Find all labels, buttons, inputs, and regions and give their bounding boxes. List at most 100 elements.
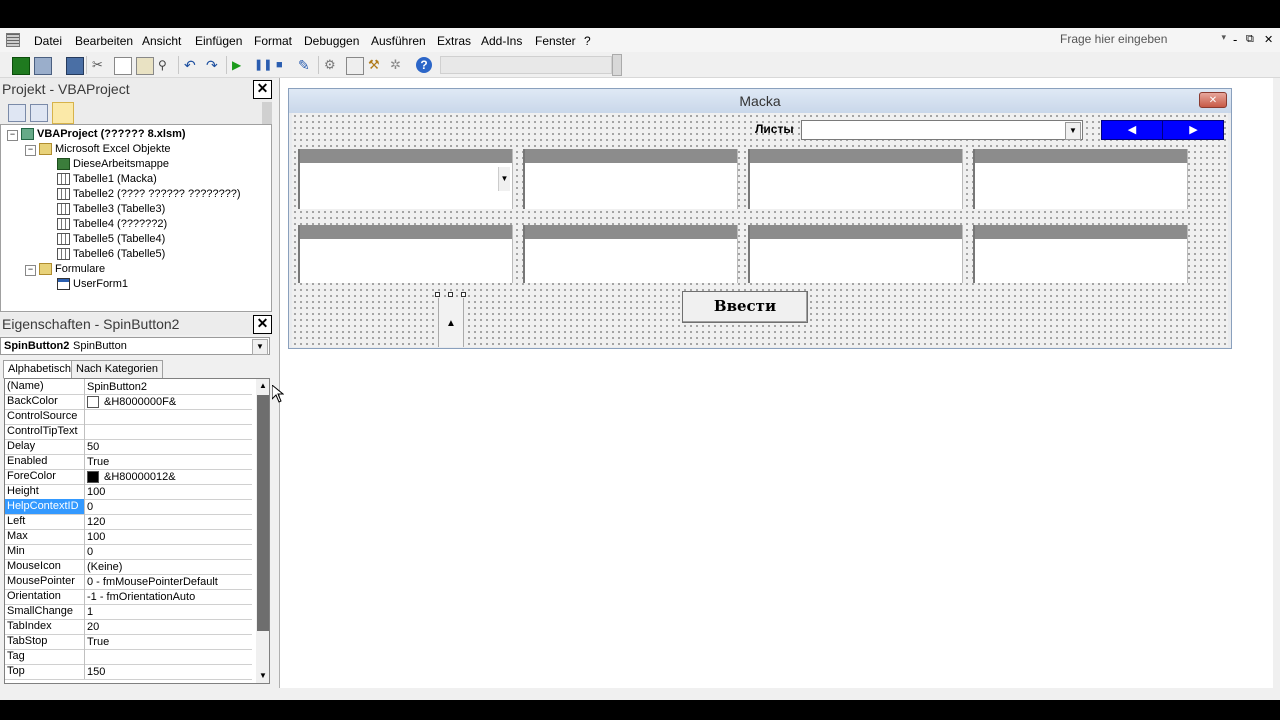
scroll-up-icon[interactable]: ▲ [256, 379, 269, 393]
property-value[interactable]: 120 [87, 514, 250, 529]
selection-handle[interactable] [461, 292, 466, 297]
property-value[interactable]: 100 [87, 484, 250, 499]
property-row[interactable]: ControlTipText [5, 424, 252, 440]
break-icon[interactable]: ❚❚ [254, 57, 272, 73]
object-browser-icon[interactable]: ⚒ [368, 57, 384, 73]
tree-item-userform[interactable]: UserForm1 [57, 278, 128, 290]
property-value[interactable]: 50 [87, 439, 250, 454]
property-row[interactable]: Orientation -1 - fmOrientationAuto [5, 589, 252, 605]
menu-addins[interactable]: Add-Ins [481, 34, 522, 48]
property-row[interactable]: Max 100 [5, 529, 252, 545]
submit-button[interactable]: Ввести [682, 291, 808, 323]
menu-einfuegen[interactable]: Einfügen [195, 34, 242, 48]
next-sheet-button[interactable]: ▶ [1164, 121, 1223, 139]
frame-combobox[interactable] [300, 163, 512, 209]
property-row[interactable]: ForeColor &H80000012& [5, 469, 252, 485]
tree-item-excel-objects[interactable]: Microsoft Excel Objekte [39, 143, 171, 155]
selection-handle[interactable] [448, 292, 453, 297]
chevron-down-icon[interactable]: ▾ [1221, 32, 1226, 43]
tree-item-sheet[interactable]: Tabelle1 (Macka) [57, 173, 157, 185]
frame-textbox[interactable] [525, 239, 737, 283]
menu-debuggen[interactable]: Debuggen [304, 34, 359, 48]
menu-bearbeiten[interactable]: Bearbeiten [75, 34, 133, 48]
designer-scrollbar[interactable] [1273, 78, 1280, 692]
prev-sheet-button[interactable]: ◀ [1102, 121, 1163, 139]
insert-userform-icon[interactable] [34, 57, 52, 75]
collapse-toggle[interactable]: − [25, 145, 36, 156]
menu-ausfuehren[interactable]: Ausführen [371, 34, 426, 48]
menu-format[interactable]: Format [254, 34, 292, 48]
property-row[interactable]: Top 150 [5, 664, 252, 680]
property-row[interactable]: Delay 50 [5, 439, 252, 455]
help-search-input[interactable]: Frage hier eingeben ▾ [1060, 32, 1228, 49]
frame-textbox[interactable] [750, 239, 962, 283]
menu-help[interactable]: ? [584, 34, 591, 48]
close-button[interactable]: ✕ [1264, 33, 1273, 46]
frame-textbox[interactable] [750, 163, 962, 209]
menu-ansicht[interactable]: Ansicht [142, 34, 181, 48]
project-explorer-icon[interactable]: ⚙ [324, 57, 340, 73]
object-selector[interactable]: SpinButton2 SpinButton ▼ [0, 337, 270, 355]
run-icon[interactable]: ▶ [232, 57, 248, 73]
property-value[interactable]: SpinButton2 [87, 379, 250, 394]
chevron-down-icon[interactable]: ▼ [1065, 122, 1081, 140]
property-row[interactable]: HelpContextID 0 [5, 499, 252, 515]
property-row[interactable]: TabIndex 20 [5, 619, 252, 635]
spin-button[interactable]: ▲ [435, 292, 467, 347]
property-row[interactable]: Height 100 [5, 484, 252, 500]
toolbar-options-button[interactable] [612, 54, 622, 76]
frame-textbox[interactable] [975, 239, 1187, 283]
property-row[interactable]: MousePointer 0 - fmMousePointerDefault [5, 574, 252, 590]
paste-icon[interactable] [136, 57, 154, 75]
design-mode-icon[interactable]: ✎ [298, 57, 314, 73]
property-row[interactable]: Left 120 [5, 514, 252, 530]
tree-item-workbook[interactable]: DieseArbeitsmappe [57, 158, 169, 170]
property-value[interactable]: True [87, 454, 250, 469]
view-excel-icon[interactable] [12, 57, 30, 75]
frame-textbox[interactable] [300, 239, 512, 283]
property-value[interactable] [87, 649, 250, 664]
properties-pane-close-icon[interactable]: ✕ [253, 315, 272, 334]
property-value[interactable]: 20 [87, 619, 250, 634]
tree-item-sheet[interactable]: Tabelle4 (??????2) [57, 218, 167, 230]
property-value[interactable]: (Keine) [87, 559, 250, 574]
view-code-icon[interactable] [8, 104, 26, 122]
property-value[interactable]: &H80000012& [87, 469, 250, 484]
find-icon[interactable]: ⚲ [158, 57, 174, 73]
toggle-folders-icon[interactable] [52, 102, 74, 124]
chevron-down-icon[interactable]: ▼ [498, 167, 510, 191]
collapse-toggle[interactable]: − [7, 130, 18, 141]
scroll-down-icon[interactable]: ▼ [256, 669, 269, 683]
selection-handle[interactable] [435, 292, 440, 297]
property-row[interactable]: (Name) SpinButton2 [5, 379, 252, 395]
property-value[interactable]: 1 [87, 604, 250, 619]
scroll-thumb[interactable] [257, 395, 269, 631]
chevron-down-icon[interactable]: ▼ [252, 339, 268, 355]
spin-up-icon[interactable]: ▲ [438, 298, 464, 347]
property-row[interactable]: MouseIcon (Keine) [5, 559, 252, 575]
collapse-toggle[interactable]: − [25, 265, 36, 276]
property-value[interactable]: 0 - fmMousePointerDefault [87, 574, 250, 589]
property-row[interactable]: BackColor &H8000000F& [5, 394, 252, 410]
tree-item-vbaproject[interactable]: VBAProject (?????? 8.xlsm) [21, 128, 186, 140]
property-value[interactable]: 0 [87, 499, 250, 514]
save-icon[interactable] [66, 57, 84, 75]
redo-icon[interactable]: ↷ [206, 57, 222, 73]
tree-item-sheet[interactable]: Tabelle3 (Tabelle3) [57, 203, 165, 215]
help-icon[interactable]: ? [416, 57, 432, 73]
property-row[interactable]: Tag [5, 649, 252, 665]
restore-button[interactable]: ⧉ [1246, 33, 1254, 46]
vbe-app-icon[interactable] [6, 33, 20, 47]
property-value[interactable]: 0 [87, 544, 250, 559]
property-row[interactable]: SmallChange 1 [5, 604, 252, 620]
property-row[interactable]: ControlSource [5, 409, 252, 425]
copy-icon[interactable] [114, 57, 132, 75]
property-value[interactable]: 150 [87, 664, 250, 679]
minimize-button[interactable]: - [1233, 32, 1237, 47]
frame-textbox[interactable] [525, 163, 737, 209]
properties-scrollbar[interactable]: ▲ ▼ [256, 379, 269, 683]
userform-close-icon[interactable]: ✕ [1199, 92, 1227, 108]
property-value[interactable]: 100 [87, 529, 250, 544]
tab-nach-kategorien[interactable]: Nach Kategorien [71, 360, 163, 379]
pane-splitter-handle[interactable] [262, 102, 272, 124]
